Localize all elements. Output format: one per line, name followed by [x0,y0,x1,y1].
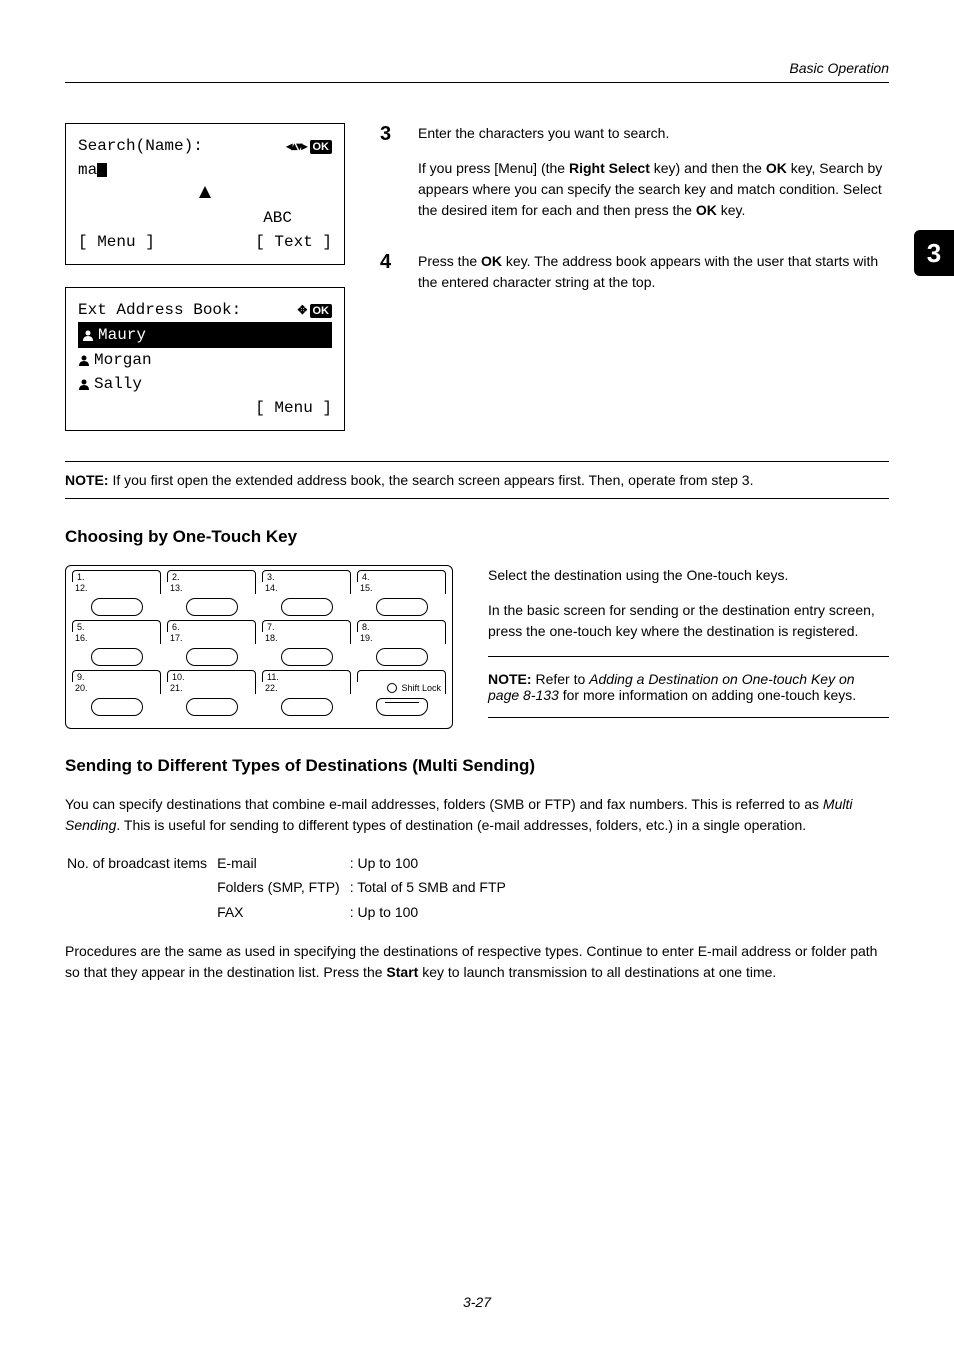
key-label: 20. [75,683,88,693]
key-label: 8. [362,622,370,632]
broadcast-key: E-mail [217,852,348,874]
onetouch-key[interactable] [376,598,428,616]
page-header: Basic Operation [65,60,889,83]
step-4: 4 Press the OK key. The address book app… [380,251,889,293]
lcd-search-title: Search(Name): [78,134,203,158]
lcd-search: Search(Name): ◂▴▾▸ OK ma ABC [ Menu ] [ … [65,123,345,265]
key-label: 1. [77,572,85,582]
broadcast-label: No. of broadcast items [67,852,215,874]
lcd-search-input: ma [78,158,332,182]
key-label: 7. [267,622,275,632]
broadcast-val: : Total of 5 SMB and FTP [350,876,514,898]
note-1-text: If you first open the extended address b… [112,472,753,488]
onetouch-key[interactable] [91,648,143,666]
key-label: 5. [77,622,85,632]
heading-multisending: Sending to Different Types of Destinatio… [65,756,889,776]
multisending-p1: You can specify destinations that combin… [65,794,889,836]
cursor-icon [97,163,107,177]
key-label: 14. [265,583,278,593]
onetouch-key[interactable] [186,598,238,616]
softkey-text: [ Text ] [255,230,332,254]
person-icon [82,329,94,341]
lcd-stack: Search(Name): ◂▴▾▸ OK ma ABC [ Menu ] [ … [65,123,345,431]
signal-row [78,182,332,206]
divider [488,717,889,718]
lcd-ab-title: Ext Address Book: [78,298,241,322]
header-title: Basic Operation [789,60,889,76]
key-label: 12. [75,583,88,593]
key-label: 21. [170,683,183,693]
key-label: 15. [360,583,373,593]
onetouch-key[interactable] [91,598,143,616]
softkey-menu: [ Menu ] [255,396,332,420]
divider [488,656,889,657]
key-label: 6. [172,622,180,632]
key-label: 22. [265,683,278,693]
person-icon [78,378,90,390]
key-label: 2. [172,572,180,582]
heading-onetouch: Choosing by One-Touch Key [65,527,889,547]
multisending-p2: Procedures are the same as used in speci… [65,941,889,983]
nav-ok-icon: ✥ OK [297,301,332,320]
key-label: 3. [267,572,275,582]
key-label: 19. [360,633,373,643]
broadcast-key: Folders (SMP, FTP) [217,876,348,898]
softkey-menu: [ Menu ] [78,230,155,254]
step-3-detail: If you press [Menu] (the Right Select ke… [418,158,889,221]
key-label: 11. [267,672,279,682]
step-3-text: Enter the characters you want to search. [418,123,889,144]
onetouch-key[interactable] [91,698,143,716]
step-3: 3 Enter the characters you want to searc… [380,123,889,221]
onetouch-key[interactable] [281,648,333,666]
onetouch-key[interactable] [281,598,333,616]
key-label: 10. [172,672,185,682]
onetouch-key[interactable] [186,648,238,666]
key-label: 9. [77,672,85,682]
onetouch-p1: Select the destination using the One-tou… [488,565,889,586]
note-block-1: NOTE: If you first open the extended add… [65,461,889,499]
lcd-ab-item-selected: Maury [78,322,332,348]
key-label: 13. [170,583,183,593]
shift-lock-label: Shift Lock [401,683,441,693]
lcd-ab-item: Sally [78,372,332,396]
onetouch-p2: In the basic screen for sending or the d… [488,600,889,642]
key-label: 16. [75,633,88,643]
lcd-mode: ABC [263,206,292,230]
lcd-address-book: Ext Address Book: ✥ OK Maury Morgan Sall… [65,287,345,431]
broadcast-val: : Up to 100 [350,852,514,874]
chapter-tab: 3 [914,230,954,276]
key-label: 17. [170,633,183,643]
onetouch-note: NOTE: Refer to Adding a Destination on O… [488,671,889,703]
key-label: 18. [265,633,278,643]
onetouch-key[interactable] [186,698,238,716]
shift-led-icon [387,683,397,693]
onetouch-key[interactable] [281,698,333,716]
nav-ok-icon: ◂▴▾▸ OK [286,137,332,156]
onetouch-panel: 1.12. 2.13. 3.14. 4.15. 5.16. 6.17. 7.18… [65,565,453,729]
person-icon [78,354,90,366]
broadcast-val: : Up to 100 [350,901,514,923]
page-number: 3-27 [0,1294,954,1310]
key-label: 4. [362,572,370,582]
step-4-text: Press the OK key. The address book appea… [418,251,889,293]
broadcast-table: No. of broadcast items E-mail : Up to 10… [65,850,516,925]
shift-lock-key[interactable] [376,698,428,716]
lcd-ab-item: Morgan [78,348,332,372]
signal-icon [199,186,211,198]
onetouch-key[interactable] [376,648,428,666]
broadcast-key: FAX [217,901,348,923]
